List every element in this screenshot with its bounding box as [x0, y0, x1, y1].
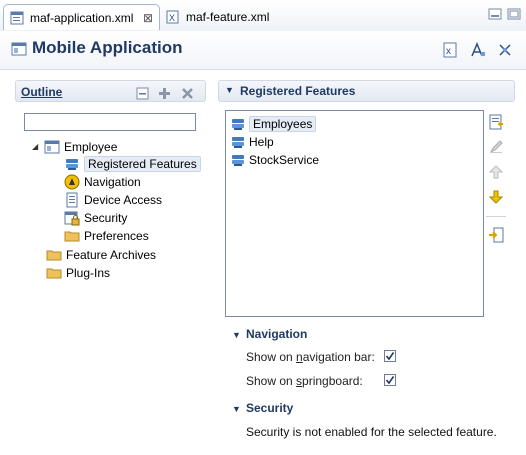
- registered-features-title: Registered Features: [240, 84, 356, 98]
- import-icon[interactable]: [488, 227, 504, 243]
- tree-label: Preferences: [84, 228, 149, 243]
- outline-title: Outline: [21, 85, 63, 99]
- edit-icon[interactable]: [488, 139, 504, 155]
- springboard-label: Show on springboard:: [246, 374, 363, 388]
- list-item[interactable]: Help: [226, 133, 483, 151]
- svg-text:x: x: [446, 46, 451, 57]
- tree-label: Device Access: [84, 192, 163, 207]
- svg-text:X: X: [169, 13, 175, 23]
- divider: [486, 216, 506, 217]
- list-item[interactable]: Employees: [226, 115, 483, 133]
- tree-label: Plug-Ins: [66, 265, 111, 280]
- tree-item-preferences[interactable]: Preferences: [64, 227, 204, 244]
- delete-icon[interactable]: [181, 87, 194, 100]
- tab-label: maf-application.xml: [30, 10, 134, 25]
- folder-icon: [64, 228, 80, 244]
- tree-label: Feature Archives: [66, 247, 157, 262]
- source-view-icon[interactable]: x: [443, 42, 457, 58]
- tree-item-navigation[interactable]: Navigation: [64, 173, 204, 190]
- maximize-button[interactable]: [507, 8, 521, 20]
- feature-icon: [230, 116, 246, 132]
- settings-icon[interactable]: [497, 42, 513, 58]
- tab-maf-feature[interactable]: X maf-feature.xml: [160, 4, 300, 30]
- tree-item-plug-ins[interactable]: Plug-Ins: [46, 264, 206, 281]
- outline-tree: ◢ Employee: [32, 138, 212, 155]
- tab-maf-application[interactable]: maf-application.xml ⊠: [3, 4, 160, 30]
- feature-label: Employees: [249, 116, 317, 132]
- font-icon[interactable]: [470, 42, 486, 58]
- feature-label: StockService: [249, 153, 320, 167]
- device-icon: [64, 192, 80, 208]
- features-icon: [64, 156, 80, 172]
- tree-label: Security: [84, 210, 128, 225]
- feature-file-icon: X: [166, 10, 180, 24]
- security-collapse-icon[interactable]: ▼: [232, 404, 241, 414]
- navigation-title: Navigation: [246, 327, 308, 341]
- tree-item-employee[interactable]: ◢ Employee: [32, 138, 212, 155]
- move-down-icon[interactable]: [488, 189, 504, 205]
- tree-label: Employee: [64, 139, 118, 154]
- tree-label: Navigation: [84, 174, 141, 189]
- list-item[interactable]: StockService: [226, 151, 483, 169]
- navigation-collapse-icon[interactable]: ▼: [232, 330, 241, 340]
- move-up-icon[interactable]: [488, 164, 504, 180]
- security-icon: [64, 210, 80, 226]
- springboard-checkbox[interactable]: [384, 374, 396, 386]
- close-tab-icon[interactable]: ⊠: [143, 11, 153, 25]
- tree-item-feature-archives[interactable]: Feature Archives: [46, 246, 206, 263]
- add-feature-icon[interactable]: [488, 114, 504, 130]
- tree-children: Registered Features Navigation Device Ac…: [64, 155, 204, 244]
- nav-bar-checkbox[interactable]: [384, 350, 396, 362]
- application-icon: [44, 139, 60, 155]
- tree-item-registered-features[interactable]: Registered Features: [64, 155, 204, 172]
- tree-item-security[interactable]: Security: [64, 209, 204, 226]
- feature-icon: [230, 152, 246, 168]
- feature-label: Help: [249, 135, 274, 149]
- minimize-button[interactable]: [488, 8, 502, 20]
- nav-bar-label: Show on navigation bar:: [246, 350, 375, 364]
- mobile-application-icon: [11, 41, 27, 57]
- section-collapse-icon[interactable]: ▼: [225, 85, 234, 95]
- expand-arrow-icon[interactable]: ◢: [32, 142, 44, 151]
- add-icon[interactable]: [158, 87, 171, 100]
- navigation-icon: [64, 174, 80, 190]
- tree-item-device-access[interactable]: Device Access: [64, 191, 204, 208]
- folder-icon: [46, 265, 62, 281]
- outline-search-input[interactable]: [24, 113, 196, 131]
- features-list[interactable]: Employees Help StockService: [225, 110, 484, 317]
- page-title: Mobile Application: [32, 38, 183, 57]
- feature-icon: [230, 134, 246, 150]
- folder-icon: [46, 247, 62, 263]
- tab-label: maf-feature.xml: [186, 10, 270, 24]
- tree-label: Registered Features: [84, 155, 201, 172]
- security-message: Security is not enabled for the selected…: [246, 425, 497, 439]
- xml-file-icon: [10, 11, 24, 25]
- collapse-all-icon[interactable]: [136, 87, 149, 100]
- security-title: Security: [246, 401, 294, 415]
- tree-roots: Feature Archives Plug-Ins: [46, 246, 206, 281]
